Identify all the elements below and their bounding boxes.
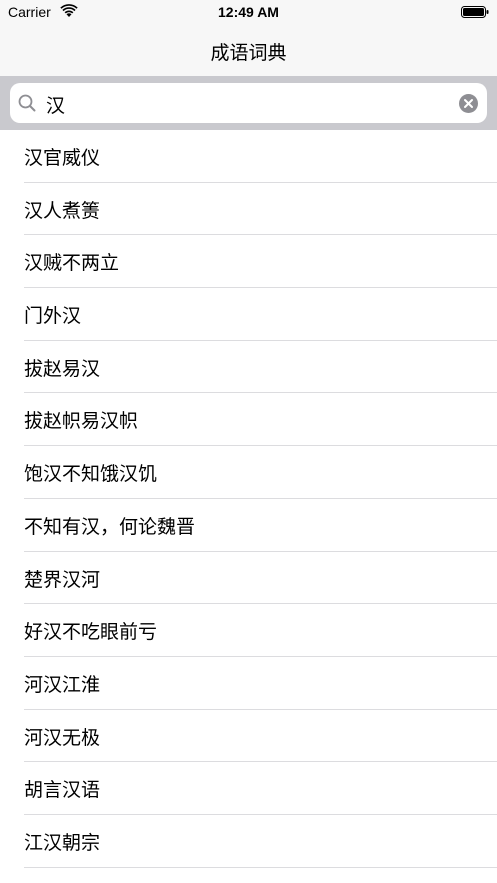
status-bar: Carrier 12:49 AM [0, 0, 497, 26]
search-input[interactable]: 汉 [46, 91, 65, 118]
list-item[interactable]: 河汉江淮 [24, 657, 497, 710]
list-item[interactable]: 汉人煮箦 [24, 183, 497, 236]
list-item-label: 河汉无极 [24, 726, 101, 749]
clear-icon[interactable] [459, 94, 478, 113]
list-item[interactable]: 拔赵帜易汉帜 [24, 393, 497, 447]
list-item[interactable]: 拔赵易汉 [24, 341, 497, 394]
list-item-label: 胡言汉语 [24, 779, 101, 802]
status-time: 12:49 AM [218, 4, 279, 20]
list-item-label: 饱汉不知饿汉饥 [24, 463, 158, 486]
list-item[interactable]: 汉贼不两立 [24, 235, 497, 289]
list-item-label: 河汉江淮 [24, 673, 101, 696]
list-item[interactable]: 河汉无极 [24, 710, 497, 763]
navigation-bar: 成语词典 [0, 26, 497, 76]
list-item[interactable]: 门外汉 [24, 288, 497, 341]
list-item[interactable]: 胡言汉语 [24, 762, 497, 815]
list-item[interactable]: 汉官威仪 [24, 130, 497, 183]
list-item[interactable]: 不知有汉，何论魏晋 [24, 499, 497, 552]
list-item-label: 汉官威仪 [24, 147, 101, 169]
list-item-label: 楚界汉河 [24, 568, 101, 591]
list-item[interactable]: 楚界汉河 [24, 552, 497, 605]
list-item[interactable]: 饱汉不知饿汉饥 [24, 446, 497, 499]
battery-icon [461, 6, 489, 18]
list-item[interactable]: 江汉朝宗 [24, 815, 497, 868]
list-item-label: 拔赵帜易汉帜 [24, 410, 139, 433]
search-field[interactable]: 汉 [10, 83, 487, 123]
list-item-label: 不知有汉，何论魏晋 [24, 515, 196, 538]
list-item-label: 门外汉 [24, 305, 82, 328]
list-item-label: 汉贼不两立 [24, 252, 120, 275]
list-item-label: 江汉朝宗 [24, 831, 101, 854]
list-item-label: 好汉不吃眼前亏 [24, 621, 158, 644]
list-item-label: 汉人煮箦 [24, 199, 101, 222]
search-icon [18, 94, 36, 112]
search-bar: 汉 [0, 76, 497, 130]
page-title: 成语词典 [210, 42, 287, 64]
list-item[interactable]: 好汉不吃眼前亏 [24, 604, 497, 657]
results-list: 汉官威仪 汉人煮箦 汉贼不两立 门外汉 拔赵易汉 拔赵帜易汉帜 饱汉不知饿汉饥 … [0, 130, 497, 868]
list-item-label: 拔赵易汉 [24, 357, 101, 380]
